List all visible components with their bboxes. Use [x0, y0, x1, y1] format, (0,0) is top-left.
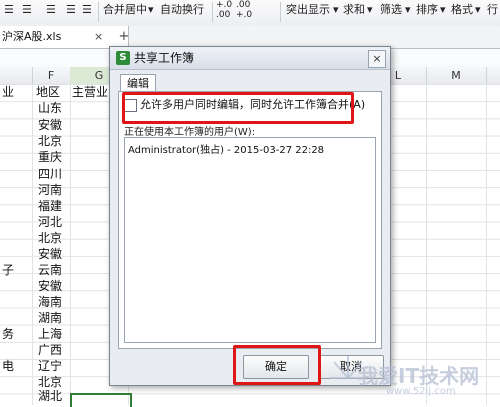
align-center-button[interactable]: ☰	[22, 0, 32, 20]
wps-spreadsheet-icon: S	[116, 51, 130, 65]
auto-wrap-button[interactable]: 自动换行	[160, 0, 204, 20]
chevron-down-icon[interactable]: ▾	[148, 0, 154, 20]
column-header-m[interactable]: M	[426, 67, 487, 84]
cell-region[interactable]: 河北	[38, 214, 62, 231]
column-header-e[interactable]	[0, 67, 33, 84]
watermark-text: 我爱IT技术网	[358, 364, 480, 388]
align-left-button[interactable]: ☰	[4, 0, 14, 20]
chevron-down-icon[interactable]: ▾	[440, 0, 446, 20]
cell-region[interactable]: 四川	[38, 166, 62, 183]
justify-button[interactable]: ☰	[66, 0, 76, 20]
watermark-url: www.52ij.com	[386, 386, 456, 397]
cell-fragment[interactable]: 子	[2, 262, 14, 279]
file-tab-label: 沪深A股.xls	[2, 30, 62, 43]
column-header-f[interactable]: F	[32, 67, 71, 84]
file-tab[interactable]: 沪深A股.xls ×	[0, 26, 129, 48]
increase-decimal-button[interactable]: +.0 .00	[216, 0, 232, 20]
cell-region[interactable]: 广西	[38, 342, 62, 359]
close-icon[interactable]: ×	[368, 50, 386, 68]
cell-region[interactable]: 安徽	[38, 117, 62, 134]
dialog-title: 共享工作簿	[134, 51, 195, 65]
decrease-decimal-button[interactable]: .00 +.0	[236, 0, 252, 20]
chevron-down-icon[interactable]: ▾	[405, 0, 411, 20]
merge-center-button[interactable]: 合并居中	[103, 0, 147, 20]
cell-region[interactable]: 云南	[38, 262, 62, 279]
ribbon-toolbar: ☰ ☰ ☰ ☰ ☰ 合并居中 ▾ 自动换行 +.0 .00 .00 +.0 突出…	[0, 0, 500, 27]
chevron-down-icon[interactable]: ▾	[475, 0, 481, 20]
add-tab-icon[interactable]: +	[118, 26, 130, 48]
rows-button[interactable]: 行	[487, 0, 498, 20]
dialog-title-bar[interactable]: S 共享工作簿 ×	[110, 47, 390, 70]
users-list[interactable]: Administrator(独占) - 2015-03-27 22:28	[124, 137, 376, 343]
cell-region[interactable]: 重庆	[38, 149, 62, 166]
cell-region[interactable]: 安徽	[38, 246, 62, 263]
cell-region[interactable]: 北京	[38, 230, 62, 247]
cell-region[interactable]: 安徽	[38, 278, 62, 295]
cell-region[interactable]: 山东	[38, 100, 62, 117]
cell-region[interactable]: 湖北	[38, 388, 62, 405]
sort-button[interactable]: 排序	[416, 0, 438, 20]
cell-g-header[interactable]: 主营业	[72, 84, 108, 101]
filter-button[interactable]: 筛选	[380, 0, 402, 20]
sum-button[interactable]: 求和	[343, 0, 365, 20]
tab-edit[interactable]: 编辑	[120, 74, 156, 92]
cell-fragment[interactable]: 电	[2, 358, 14, 375]
highlight-annotation-box	[122, 92, 354, 124]
cell-region[interactable]: 上海	[38, 326, 62, 343]
cell-region[interactable]: 湖南	[38, 310, 62, 327]
list-item[interactable]: Administrator(独占) - 2015-03-27 22:28	[128, 141, 324, 156]
cell-region[interactable]: 河南	[38, 182, 62, 199]
edit-tab-panel: 允许多用户同时编辑，同时允许工作簿合并(A) 正在使用本工作簿的用户(W): A…	[118, 91, 382, 349]
site-watermark: 我爱IT技术网 www.52ij.com	[328, 352, 498, 402]
chevron-down-icon[interactable]: ▾	[333, 0, 339, 20]
highlight-button[interactable]: 突出显示	[286, 0, 330, 20]
close-icon[interactable]: ×	[94, 26, 103, 48]
cell-region[interactable]: 福建	[38, 198, 62, 215]
cell-region[interactable]: 辽宁	[38, 358, 62, 375]
distribute-button[interactable]: ☰	[82, 0, 92, 20]
cell-region[interactable]: 海南	[38, 294, 62, 311]
cell-fragment[interactable]: 务	[2, 326, 14, 343]
chevron-down-icon[interactable]: ▾	[367, 0, 373, 20]
highlight-annotation-box	[233, 345, 321, 385]
users-list-label: 正在使用本工作簿的用户(W):	[124, 127, 256, 138]
cell-region[interactable]: 北京	[38, 133, 62, 150]
share-workbook-dialog: S 共享工作簿 × 编辑 允许多用户同时编辑，同时允许工作簿合并(A) 正在使用…	[109, 46, 391, 386]
cell-e-header[interactable]: 业	[2, 84, 14, 101]
cell-f-header[interactable]: 地区	[36, 84, 60, 101]
align-right-button[interactable]: ☰	[46, 0, 56, 20]
format-button[interactable]: 格式	[451, 0, 473, 20]
